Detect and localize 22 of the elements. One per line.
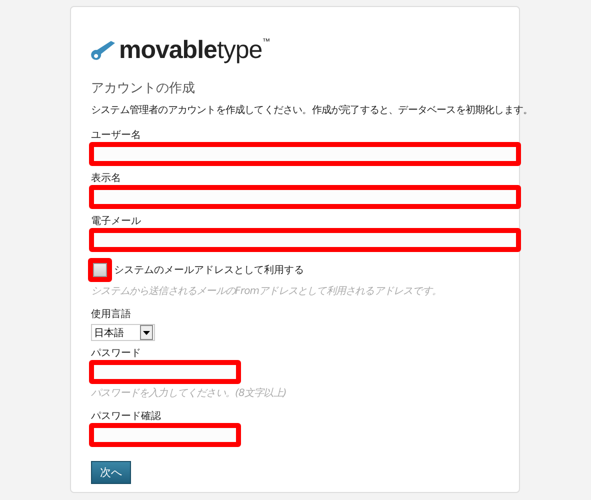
field-label: 表示名 (91, 172, 121, 185)
wrench-icon (91, 41, 117, 63)
input-field[interactable] (89, 228, 521, 252)
field-label: 使用言語 (91, 308, 131, 321)
logo-text: movabletype$^{™}$ (119, 38, 270, 63)
field-label: ユーザー名 (91, 129, 141, 142)
password-field[interactable] (89, 423, 241, 447)
checkbox[interactable] (88, 258, 112, 282)
password-field[interactable] (89, 360, 241, 384)
field-hint: パスワードを入力してください。(8文字以上) (91, 386, 286, 400)
caret-icon (143, 330, 150, 334)
input-field[interactable] (89, 142, 521, 166)
field-label: 電子メール (91, 215, 141, 228)
field-label: パスワード (91, 347, 141, 360)
field-hint: システムから送信されるメールのFromアドレスとして利用されるアドレスです。 (91, 284, 442, 298)
language-dropdown[interactable]: 日本語 (91, 324, 155, 341)
next-button[interactable]: 次へ (91, 461, 131, 484)
field-label: パスワード確認 (91, 410, 161, 423)
description: システム管理者のアカウントを作成してください。作成が完了すると、データベースを初期化します。 (91, 104, 533, 117)
input-field[interactable] (89, 185, 521, 209)
checkbox-label: システムのメールアドレスとして利用する (114, 264, 304, 277)
page-title: アカウントの作成 (91, 80, 195, 97)
